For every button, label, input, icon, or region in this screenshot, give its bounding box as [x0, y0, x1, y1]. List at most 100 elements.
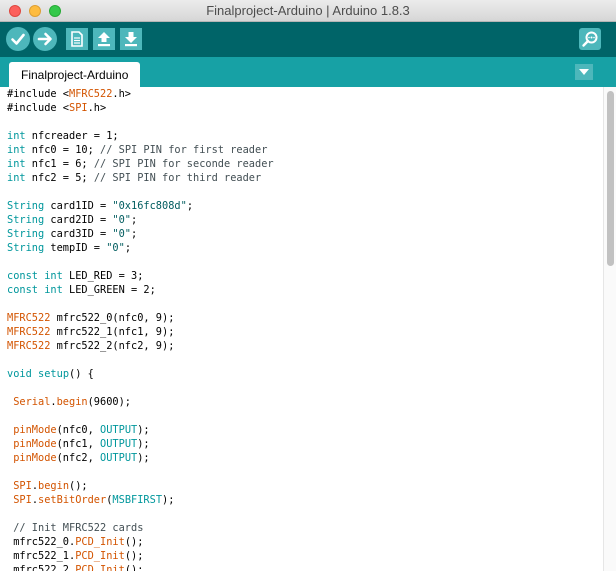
code-token: ); — [137, 424, 150, 436]
code-token: "0" — [112, 228, 132, 240]
code-token: nfc2 = 5; — [25, 172, 94, 184]
code-line: int nfc2 = 5; // SPI PIN for third reade… — [7, 171, 274, 185]
code-line: String card1ID = "0x16fc808d"; — [7, 199, 274, 213]
code-line: #include <SPI.h> — [7, 101, 274, 115]
tab-menu-button[interactable] — [575, 64, 593, 80]
code-token: mfrc522_0(nfc0, 9); — [50, 312, 175, 324]
code-line: MFRC522 mfrc522_1(nfc1, 9); — [7, 325, 274, 339]
code-line: MFRC522 mfrc522_2(nfc2, 9); — [7, 339, 274, 353]
code-token: MFRC522 — [7, 340, 51, 352]
serial-monitor-button[interactable] — [579, 28, 601, 50]
code-token: "0" — [112, 214, 132, 226]
code-token: setup — [38, 368, 70, 380]
code-token: mfrc522_0. — [7, 536, 76, 548]
code-token: (); — [124, 550, 144, 562]
code-token: int — [7, 172, 26, 184]
code-token: (nfc0, — [56, 424, 101, 436]
code-token: MSBFIRST — [112, 494, 163, 506]
code-line: void setup() { — [7, 367, 274, 381]
code-token: mfrc522_2(nfc2, 9); — [50, 340, 175, 352]
code-token: nfc0 = 10; — [25, 144, 101, 156]
code-token: nfcreader = 1; — [25, 130, 119, 142]
code-token: int — [7, 144, 26, 156]
code-line: String card2ID = "0"; — [7, 213, 274, 227]
save-arrow-down-icon — [125, 32, 137, 47]
code-token: (); — [124, 536, 144, 548]
verify-icon — [11, 33, 25, 45]
code-token: tempID = — [44, 242, 107, 254]
code-token: #include < — [7, 102, 69, 114]
code-token: PCD_Init — [75, 536, 125, 548]
vertical-scrollbar[interactable] — [603, 87, 616, 571]
code-line: mfrc522_0.PCD_Init(); — [7, 535, 274, 549]
code-token: LED_RED = 3; — [62, 270, 144, 282]
code-line: Serial.begin(9600); — [7, 395, 274, 409]
code-line: const int LED_GREEN = 2; — [7, 283, 274, 297]
code-token: card3ID = — [44, 228, 113, 240]
code-line: MFRC522 mfrc522_0(nfc0, 9); — [7, 311, 274, 325]
code-token: "0" — [106, 242, 125, 254]
code-line: int nfc0 = 10; // SPI PIN for first read… — [7, 143, 274, 157]
code-token: MFRC522 — [69, 88, 113, 100]
code-editor[interactable]: #include <MFRC522.h> #include <SPI.h> int… — [0, 87, 603, 571]
code-token: int — [44, 284, 63, 296]
code-line: const int LED_RED = 3; — [7, 269, 274, 283]
code-line: String card3ID = "0"; — [7, 227, 274, 241]
code-token: String — [7, 242, 45, 254]
code-token: PCD_Init — [75, 550, 125, 562]
save-sketch-button[interactable] — [120, 28, 142, 50]
code-token: "0x16fc808d" — [112, 200, 187, 212]
code-token: mfrc522_2. — [7, 564, 76, 571]
code-token: () { — [69, 368, 94, 380]
code-line: int nfcreader = 1; — [7, 129, 274, 143]
new-sketch-button[interactable] — [66, 28, 88, 50]
code-token: (); — [124, 564, 144, 571]
code-line: #include <MFRC522.h> — [7, 87, 274, 101]
code-token: // SPI PIN for first reader — [100, 144, 268, 156]
code-token: SPI — [69, 102, 88, 114]
code-token: ); — [137, 438, 150, 450]
toolbar — [0, 22, 616, 57]
code-token: begin — [56, 396, 88, 408]
code-token: // Init MFRC522 cards — [13, 522, 144, 534]
magnifier-icon — [582, 31, 598, 47]
code-token: int — [44, 270, 63, 282]
code-token: (9600); — [87, 396, 132, 408]
code-token: // SPI PIN for third reader — [93, 172, 262, 184]
code-token: nfc1 = 6; — [25, 158, 94, 170]
code-line: pinMode(nfc2, OUTPUT); — [7, 451, 274, 465]
code-token: .h> — [87, 102, 107, 114]
window-title: Finalproject-Arduino | Arduino 1.8.3 — [206, 3, 410, 18]
scrollbar-thumb[interactable] — [607, 91, 614, 266]
tab-finalproject-arduino[interactable]: Finalproject-Arduino — [9, 62, 141, 87]
code-token: (nfc2, — [56, 452, 101, 464]
code-token: ; — [131, 228, 138, 240]
upload-button[interactable] — [33, 27, 57, 51]
code-token: MFRC522 — [7, 326, 51, 338]
code-token: Serial — [13, 396, 51, 408]
code-text[interactable]: #include <MFRC522.h> #include <SPI.h> int… — [7, 87, 274, 571]
open-sketch-button[interactable] — [93, 28, 115, 50]
code-token: String — [7, 214, 45, 226]
verify-button[interactable] — [6, 27, 30, 51]
code-token: ; — [186, 200, 194, 212]
code-token: #include < — [7, 88, 69, 100]
code-token: int — [7, 158, 26, 170]
code-token: OUTPUT — [100, 438, 138, 450]
code-token: ; — [124, 242, 132, 254]
code-token: pinMode — [13, 424, 57, 436]
code-token: // SPI PIN for seconde reader — [93, 158, 274, 170]
code-token: MFRC522 — [7, 312, 51, 324]
code-token: pinMode — [13, 452, 57, 464]
code-token: mfrc522_1(nfc1, 9); — [50, 326, 175, 338]
code-token: String — [7, 200, 45, 212]
code-line: // Init MFRC522 cards — [7, 521, 274, 535]
code-token: ); — [137, 452, 150, 464]
code-token: SPI — [13, 480, 32, 492]
